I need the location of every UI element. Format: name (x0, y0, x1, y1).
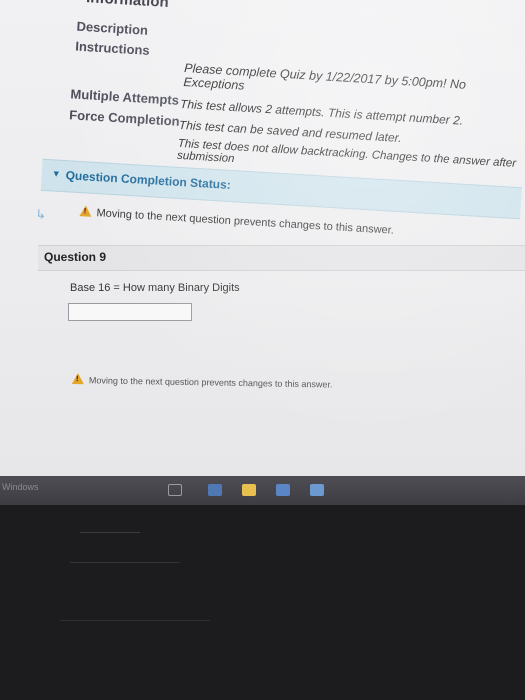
chevron-down-icon[interactable]: ▼ (52, 168, 61, 179)
bezel-line (60, 620, 210, 621)
windows-taskbar: Windows (0, 476, 525, 505)
windows-label: Windows (2, 482, 39, 492)
file-explorer-icon[interactable] (242, 484, 256, 496)
warning-icon (79, 205, 92, 217)
warning-icon (71, 373, 84, 385)
description-label: Description (76, 18, 149, 38)
bezel-line (80, 532, 140, 533)
arrow-icon: ↳ (34, 206, 47, 223)
test-information-heading: Information (85, 0, 170, 11)
warning-text-top: Moving to the next question prevents cha… (96, 207, 395, 237)
question-title: Question 9 (44, 250, 107, 264)
force-completion-label: Force Completion (68, 107, 181, 129)
bezel-line (70, 562, 180, 563)
warning-message-top: Moving to the next question prevents cha… (79, 205, 394, 237)
task-view-icon[interactable] (168, 484, 182, 496)
answer-input[interactable] (68, 303, 192, 321)
app-icon[interactable] (310, 484, 324, 496)
instructions-label: Instructions (74, 38, 151, 58)
question-header: Question 9 (38, 245, 525, 271)
question-completion-status-label[interactable]: Question Completion Status: (65, 168, 231, 192)
multiple-attempts-label: Multiple Attempts (70, 86, 180, 108)
edge-browser-icon[interactable] (208, 484, 222, 496)
question-text: Base 16 = How many Binary Digits (70, 282, 240, 294)
store-icon[interactable] (276, 484, 290, 496)
browser-screen: Information Description Instructions Ple… (0, 0, 525, 505)
